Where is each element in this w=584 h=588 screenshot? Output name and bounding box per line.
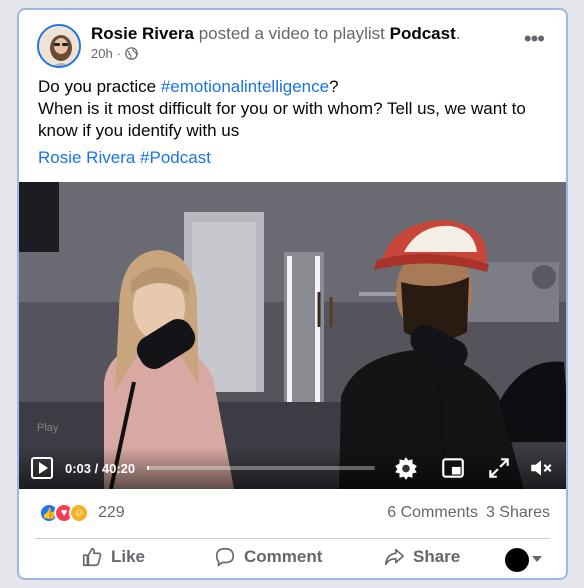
- author-line: Rosie Rivera posted a video to playlist …: [91, 24, 461, 44]
- video-player[interactable]: Play 0:03 / 40:20: [19, 182, 566, 489]
- comment-button[interactable]: Comment: [214, 546, 322, 568]
- globe-icon: [125, 47, 138, 60]
- reactions-summary[interactable]: 👍 ♥ ☺ 229: [39, 503, 125, 523]
- video-frame: [19, 182, 566, 489]
- text-line1-start: Do you practice: [38, 77, 161, 96]
- divider: [35, 538, 550, 539]
- avatar-image: [39, 26, 79, 66]
- play-icon[interactable]: [31, 457, 53, 479]
- more-icon[interactable]: •••: [524, 28, 545, 50]
- action-bar: Like Comment Share: [19, 542, 566, 578]
- share-icon: [384, 548, 404, 566]
- caret-down-icon[interactable]: [532, 556, 542, 562]
- video-controls: 0:03 / 40:20: [19, 447, 566, 489]
- play-watermark: Play: [37, 422, 59, 434]
- post-card: Rosie Rivera posted a video to playlist …: [17, 8, 568, 580]
- playlist-link[interactable]: Rosie Rivera #Podcast: [38, 148, 211, 168]
- text-line2: When is it most difficult for you or wit…: [38, 99, 526, 140]
- care-reaction-icon: ☺: [69, 503, 89, 523]
- progress-fill: [147, 466, 150, 470]
- post-meta: 20h ·: [91, 46, 138, 61]
- avatar[interactable]: [37, 24, 81, 68]
- share-label: Share: [413, 547, 461, 566]
- fullscreen-icon[interactable]: [486, 455, 512, 481]
- mute-icon[interactable]: [528, 455, 554, 481]
- profile-avatar[interactable]: [505, 548, 529, 572]
- text-line1-end: ?: [329, 77, 339, 96]
- comment-label: Comment: [244, 547, 323, 566]
- post-action-text: posted a video to playlist: [194, 24, 390, 43]
- settings-icon[interactable]: [393, 455, 419, 481]
- comment-icon: [215, 547, 235, 567]
- reaction-count: 229: [98, 504, 125, 521]
- share-button[interactable]: Share: [383, 546, 460, 568]
- thumbs-up-icon: [82, 547, 102, 567]
- hashtag-link[interactable]: #emotionalintelligence: [161, 77, 329, 96]
- post-stats: 6 Comments 3 Shares: [379, 504, 550, 522]
- video-time: 0:03 / 40:20: [65, 461, 136, 476]
- post-text: Do you practice #emotionalintelligence? …: [38, 76, 548, 142]
- like-label: Like: [111, 547, 146, 566]
- progress-bar[interactable]: [147, 466, 375, 470]
- pip-icon[interactable]: [440, 455, 466, 481]
- playlist-name[interactable]: Podcast: [390, 24, 456, 43]
- like-button[interactable]: Like: [81, 546, 145, 568]
- post-header: Rosie Rivera posted a video to playlist …: [19, 10, 566, 80]
- author-name[interactable]: Rosie Rivera: [91, 24, 194, 43]
- meta-separator: ·: [116, 46, 122, 61]
- shares-count[interactable]: 3 Shares: [486, 504, 550, 521]
- post-time[interactable]: 20h: [91, 46, 113, 61]
- comments-count[interactable]: 6 Comments: [387, 504, 478, 521]
- period: .: [455, 24, 461, 43]
